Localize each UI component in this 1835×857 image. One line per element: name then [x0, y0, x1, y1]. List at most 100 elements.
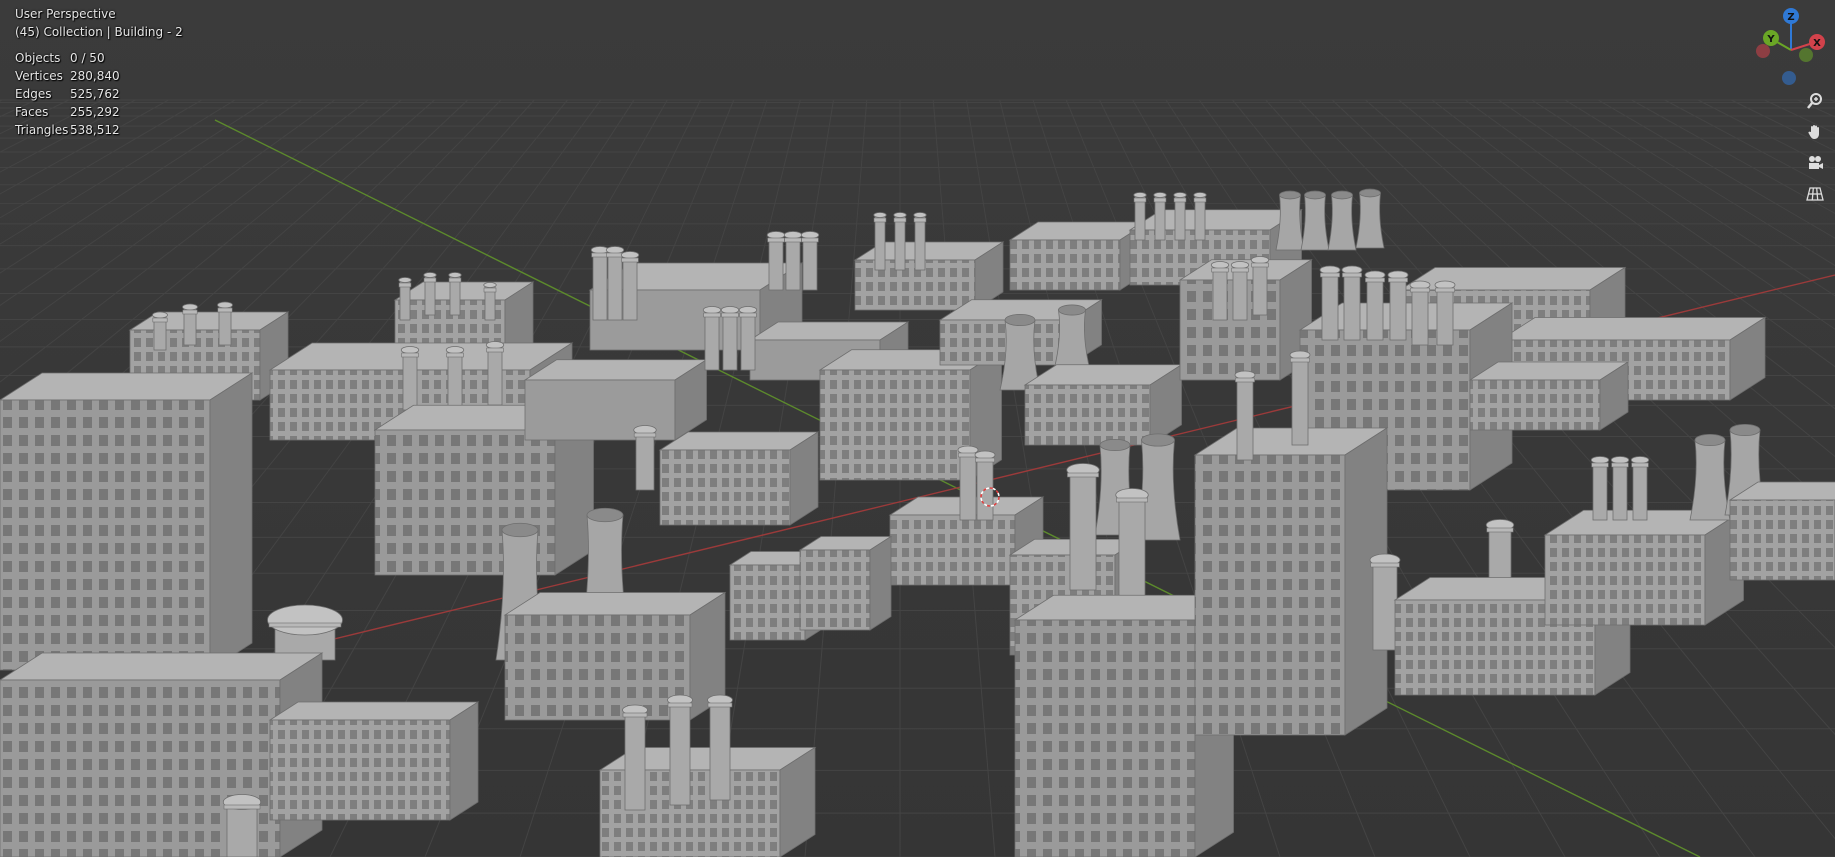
chimney-model [667, 694, 693, 806]
stat-label: Objects [15, 51, 61, 65]
chimney-model [633, 425, 657, 491]
building-model [658, 431, 820, 526]
cooling-tower-model [1355, 188, 1385, 249]
grid-ortho-icon [1806, 187, 1824, 201]
chimney-model [222, 794, 262, 857]
stat-value: 525,762 [70, 87, 120, 101]
building-model [1023, 364, 1183, 446]
chimney-model [152, 311, 168, 351]
building-model [1008, 221, 1150, 291]
stat-row-edges: Edges 525,762 [15, 85, 183, 103]
zoom-button[interactable] [1802, 88, 1828, 114]
chimney-model [1234, 370, 1256, 461]
scene-statistics: Objects 0 / 50 Vertices 280,840 Edges 525,7… [15, 49, 183, 139]
stat-label: Triangles [15, 123, 69, 137]
chimney-model [800, 231, 820, 291]
chimney-model [1610, 456, 1630, 521]
view-mode-label: User Perspective [15, 7, 116, 21]
camera-icon [1809, 156, 1823, 169]
chimney-model [485, 341, 505, 406]
chimney-model [1319, 265, 1341, 341]
cooling-tower-model [1300, 190, 1330, 251]
zoom-icon [1807, 93, 1822, 109]
pan-hand-icon [1808, 125, 1819, 139]
chimney-model [1289, 350, 1311, 446]
chimney-model [483, 282, 497, 321]
chimney-model [1230, 261, 1250, 321]
chimney-model [893, 212, 907, 271]
gizmo-neg-y[interactable] [1799, 48, 1813, 62]
stat-label: Vertices [15, 69, 63, 83]
chimney-model [1341, 265, 1363, 341]
chimney-model [217, 301, 233, 346]
chimney-model [738, 306, 758, 371]
chimney-model [398, 277, 412, 321]
chimney-model [873, 212, 887, 271]
collection-label: (45) Collection | Building - 2 [15, 25, 183, 39]
chimney-model [707, 694, 733, 801]
chimney-model [1133, 192, 1147, 241]
3d-viewport[interactable] [0, 0, 1835, 857]
ortho-toggle-button[interactable] [1802, 181, 1828, 207]
chimney-model [1590, 456, 1610, 521]
chimney-model [1630, 456, 1650, 521]
tall-building-model [0, 372, 254, 671]
stat-value: 255,292 [70, 105, 120, 119]
stat-label: Edges [15, 87, 52, 101]
chimney-model [590, 246, 610, 321]
chimney-model [720, 306, 740, 371]
chimney-model [913, 212, 927, 271]
chimney-model [622, 704, 648, 811]
chimney-model [423, 272, 437, 316]
navigation-gizmo[interactable]: Z Y X [1750, 6, 1832, 88]
stat-label: Faces [15, 105, 49, 119]
stat-value: 280,840 [70, 69, 120, 83]
chimney-model [400, 346, 420, 411]
chimney-model [182, 303, 198, 346]
chimney-model [1193, 192, 1207, 241]
cooling-tower-model [999, 313, 1041, 391]
gizmo-x-label: X [1813, 38, 1821, 49]
stat-row-faces: Faces 255,292 [15, 103, 183, 121]
chimney-model [783, 231, 803, 291]
cooling-tower-model [1327, 190, 1357, 251]
chimney-model [1364, 270, 1386, 341]
stat-row-triangles: Triangles 538,512 [15, 121, 183, 139]
chimney-model [1210, 261, 1230, 321]
building-model [798, 535, 893, 631]
gizmo-neg-x[interactable] [1756, 44, 1770, 58]
chimney-model [1173, 192, 1187, 241]
chimney-model [1387, 270, 1409, 341]
building-model [268, 701, 480, 821]
chimney-model [957, 445, 979, 521]
gizmo-z-label: Z [1787, 12, 1794, 23]
chimney-model [1485, 519, 1515, 581]
building-model [1468, 361, 1630, 431]
viewport-info-overlay: User Perspective (45) Collection | Build… [15, 5, 183, 139]
cooling-tower-model [1053, 304, 1091, 371]
chimney-model [605, 246, 625, 321]
chimney-model [702, 306, 722, 371]
building-model [1543, 509, 1745, 626]
pan-button[interactable] [1802, 119, 1828, 145]
chimney-model [1434, 280, 1456, 346]
building-model [523, 359, 708, 441]
stat-row-vertices: Vertices 280,840 [15, 67, 183, 85]
chimney-model [1066, 463, 1100, 591]
tall-building-model [1193, 427, 1389, 736]
stat-value: 0 / 50 [70, 51, 105, 65]
stat-row-objects: Objects 0 / 50 [15, 49, 183, 67]
gizmo-neg-z[interactable] [1782, 71, 1796, 85]
chimney-model [1250, 256, 1270, 316]
building-model [1728, 481, 1835, 581]
chimney-model [974, 450, 996, 521]
camera-view-button[interactable] [1802, 150, 1828, 176]
cooling-tower-model [1275, 190, 1305, 251]
chimney-model [766, 231, 786, 291]
chimney-model [620, 251, 640, 321]
cooling-tower-model [1689, 433, 1731, 521]
gizmo-y-label: Y [1766, 34, 1775, 45]
chimney-model [1409, 280, 1431, 346]
chimney-model [448, 272, 462, 316]
chimney-model [267, 604, 343, 661]
